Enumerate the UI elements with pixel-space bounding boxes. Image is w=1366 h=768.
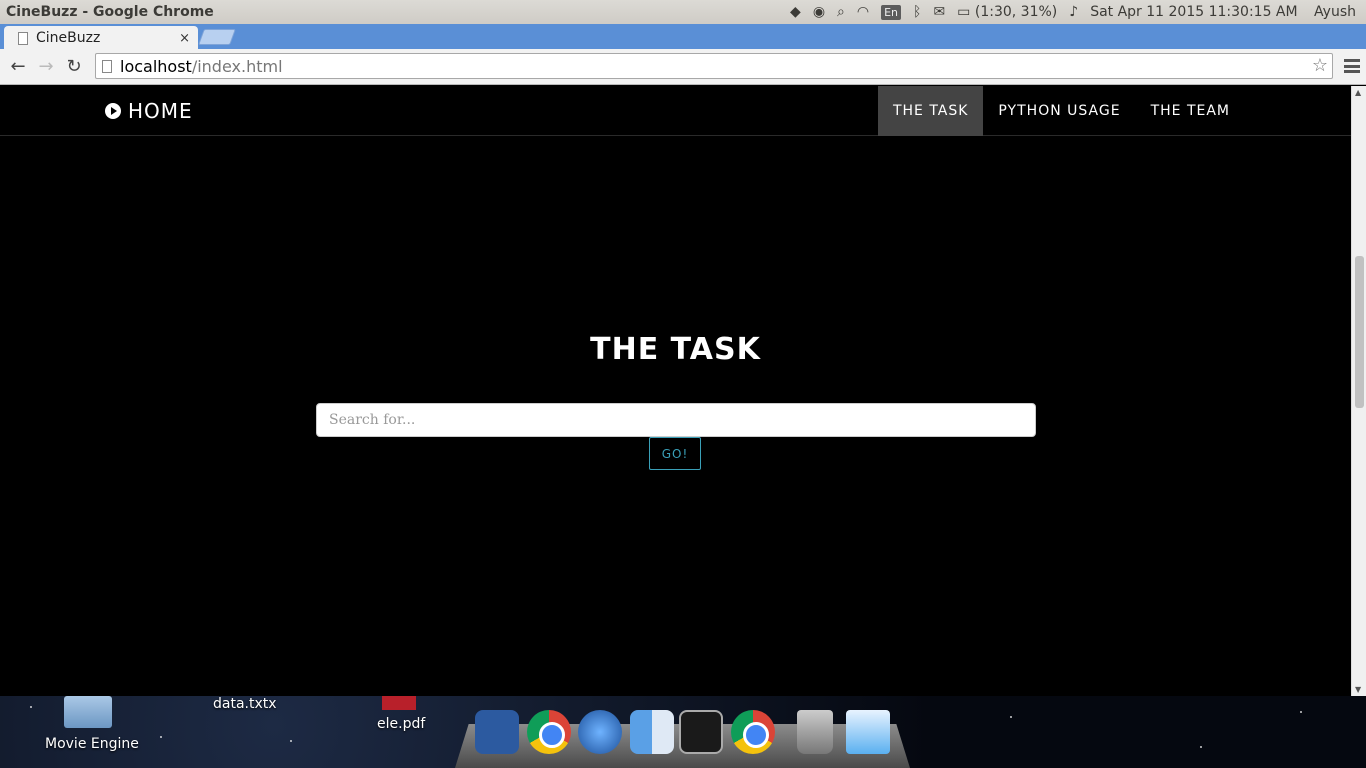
bookmark-star-icon[interactable]: ☆: [1312, 55, 1328, 76]
forward-button[interactable]: →: [32, 53, 60, 81]
page-icon: [102, 59, 112, 73]
desktop-item-movie-engine[interactable]: Movie Engine: [45, 736, 139, 752]
go-button[interactable]: GO!: [649, 437, 701, 470]
search-input[interactable]: [316, 403, 1036, 437]
page-title: THE TASK: [590, 332, 761, 367]
chrome-tray-icon[interactable]: ◉: [807, 0, 831, 24]
wifi-icon[interactable]: ◠: [851, 0, 875, 24]
brand-label: HOME: [128, 99, 193, 123]
battery-status: (1:30, 31%): [974, 4, 1058, 20]
chrome-menu-button[interactable]: [1344, 57, 1360, 75]
dock-app-icon[interactable]: [475, 710, 519, 754]
desktop-item-data-file[interactable]: data.txtx: [213, 696, 277, 712]
web-page: HOME THE TASK PYTHON USAGE THE TEAM THE …: [0, 86, 1351, 696]
pdf-icon[interactable]: [382, 696, 416, 710]
site-navbar: HOME THE TASK PYTHON USAGE THE TEAM: [0, 86, 1351, 136]
tab-label: CineBuzz: [36, 30, 101, 46]
nav-the-team[interactable]: THE TEAM: [1136, 86, 1245, 136]
scroll-down-icon[interactable]: ▼: [1355, 685, 1361, 694]
scroll-up-icon[interactable]: ▲: [1355, 88, 1361, 97]
user-name: Ayush: [1314, 4, 1356, 20]
dock-trash-icon[interactable]: [797, 710, 833, 754]
desktop-item-pdf[interactable]: ele.pdf: [377, 716, 425, 732]
tab-strip: CineBuzz ×: [0, 24, 1366, 50]
session-menu[interactable]: Ayush: [1304, 0, 1362, 24]
page-icon: [18, 31, 28, 45]
bluetooth-icon[interactable]: ᛒ: [907, 0, 927, 24]
volume-icon[interactable]: ♪: [1063, 0, 1084, 24]
scroll-thumb[interactable]: [1355, 256, 1364, 408]
nav-python-usage[interactable]: PYTHON USAGE: [983, 86, 1135, 136]
search-icon[interactable]: ⌕: [831, 0, 851, 24]
back-button[interactable]: ←: [4, 53, 32, 81]
clock[interactable]: Sat Apr 11 2015 11:30:15 AM: [1084, 0, 1303, 24]
url-host: localhost: [120, 56, 192, 76]
dock-chrome-icon[interactable]: [527, 710, 571, 754]
battery-indicator[interactable]: ▭ (1:30, 31%): [951, 0, 1063, 24]
dropbox-icon[interactable]: ◆: [784, 0, 807, 24]
keyboard-language-indicator[interactable]: En: [875, 0, 907, 24]
window-title: CineBuzz - Google Chrome: [6, 4, 214, 20]
browser-toolbar: ← → ↻ localhost/index.html ☆: [0, 49, 1366, 85]
system-tray: ◆ ◉ ⌕ ◠ En ᛒ ✉ ▭ (1:30, 31%) ♪ Sat Apr 1…: [784, 0, 1366, 24]
url-path: /index.html: [191, 56, 283, 76]
dock-finder-icon[interactable]: [630, 710, 674, 754]
dock-chrome-icon-2[interactable]: [731, 710, 775, 754]
mail-icon[interactable]: ✉: [927, 0, 951, 24]
close-tab-icon[interactable]: ×: [179, 31, 190, 46]
os-top-panel: CineBuzz - Google Chrome ◆ ◉ ⌕ ◠ En ᛒ ✉ …: [0, 0, 1366, 24]
dock-files-icon[interactable]: [846, 710, 890, 754]
page-scrollbar[interactable]: ▲ ▼: [1351, 86, 1366, 696]
folder-icon[interactable]: [64, 696, 112, 728]
tab-cinebuzz[interactable]: CineBuzz ×: [4, 26, 198, 50]
nav-links: THE TASK PYTHON USAGE THE TEAM: [877, 86, 1245, 136]
dock-updater-icon[interactable]: [578, 710, 622, 754]
nav-the-task[interactable]: THE TASK: [877, 86, 984, 136]
address-bar[interactable]: localhost/index.html ☆: [95, 53, 1333, 79]
reload-button[interactable]: ↻: [60, 53, 88, 81]
desktop-background: Movie Engine data.txtx ele.pdf: [0, 696, 1366, 768]
battery-icon: ▭: [957, 4, 975, 20]
play-icon: [105, 103, 121, 119]
new-tab-button[interactable]: [198, 29, 236, 45]
home-link[interactable]: HOME: [105, 99, 193, 123]
dock-terminal-icon[interactable]: [679, 710, 723, 754]
